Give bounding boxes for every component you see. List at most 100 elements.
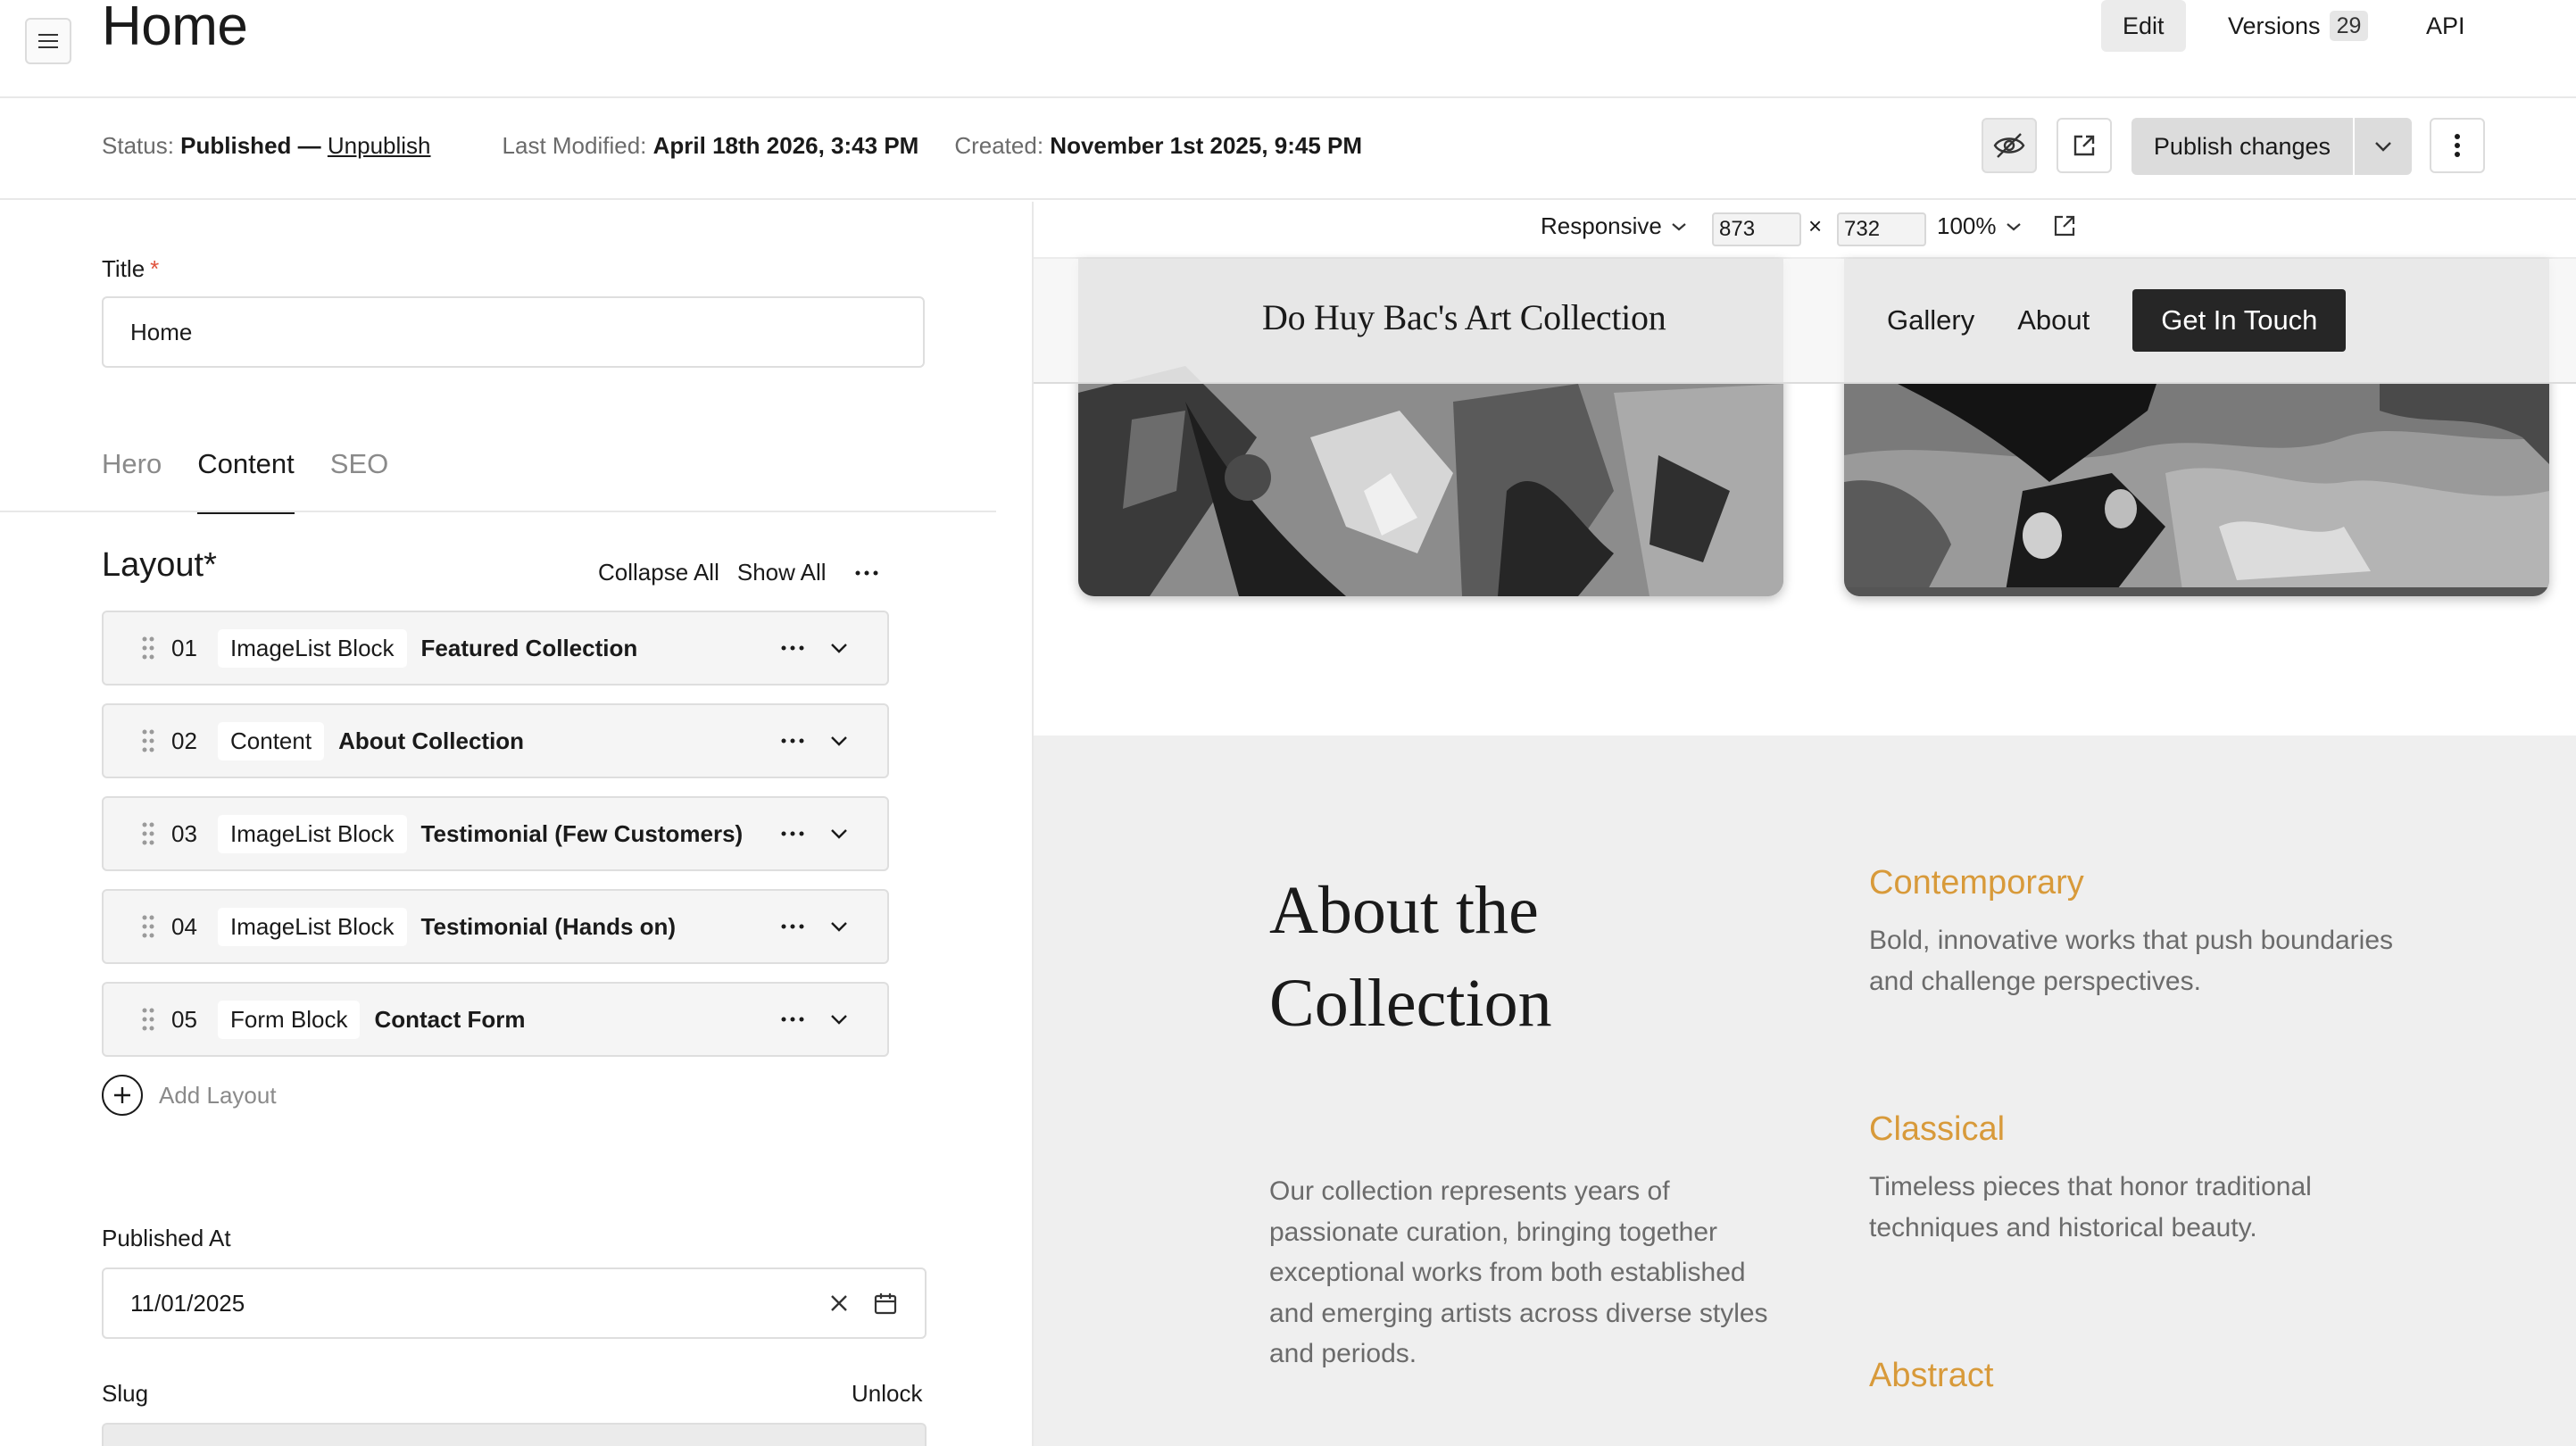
layout-block-row[interactable]: 03 ImageList Block Testimonial (Few Cust…	[102, 796, 889, 871]
layout-block-row[interactable]: 02 Content About Collection	[102, 703, 889, 778]
more-actions-button[interactable]	[2430, 118, 2485, 173]
block-expand-button[interactable]	[823, 632, 855, 664]
drag-handle-icon[interactable]	[129, 729, 168, 752]
edit-form-panel: Title * Home Hero Content SEO Layout* Col…	[0, 202, 1032, 1446]
chevron-down-icon	[1672, 222, 1686, 230]
publish-changes-button[interactable]: Publish changes	[2131, 118, 2353, 175]
status-separator: —	[297, 132, 321, 159]
zoom-select[interactable]: 100%	[1937, 212, 2022, 240]
title-label-text: Title	[102, 255, 145, 282]
block-expand-button[interactable]	[823, 725, 855, 757]
modified-label: Last Modified:	[502, 132, 647, 159]
layout-more-button[interactable]	[855, 570, 878, 576]
published-at-value: 11/01/2025	[130, 1289, 245, 1317]
block-name: Testimonial (Few Customers)	[420, 819, 744, 847]
chevron-down-icon	[831, 829, 847, 839]
block-more-button[interactable]	[777, 1003, 809, 1035]
chevron-down-icon	[2006, 222, 2021, 230]
versions-count-badge: 29	[2329, 11, 2369, 41]
block-more-button[interactable]	[777, 910, 809, 943]
site-brand-logo[interactable]: Do Huy Bac's Art Collection	[1262, 296, 1666, 338]
slug-unlock-button[interactable]: Unlock	[852, 1380, 922, 1408]
nav-link-about[interactable]: About	[2017, 304, 2090, 337]
status-group: Status: Published — Unpublish	[102, 132, 431, 160]
clear-date-button[interactable]	[825, 1289, 853, 1317]
status-value: Published	[180, 132, 292, 159]
block-number: 02	[171, 727, 197, 754]
tab-seo[interactable]: SEO	[330, 436, 388, 514]
layout-controls: Collapse All Show All	[598, 559, 878, 586]
about-collection-section: About the Collection Our collection repr…	[1034, 735, 2576, 1446]
block-type-badge: ImageList Block	[218, 814, 407, 853]
block-more-button[interactable]	[777, 725, 809, 757]
tabs-divider	[0, 511, 996, 512]
block-expand-button[interactable]	[823, 1003, 855, 1035]
show-all-button[interactable]: Show All	[737, 559, 827, 586]
preview-width-input[interactable]: 873	[1712, 212, 1801, 246]
drag-handle-icon[interactable]	[129, 822, 168, 845]
nav-link-gallery[interactable]: Gallery	[1887, 304, 1974, 337]
preview-height-input[interactable]: 732	[1837, 212, 1926, 246]
tab-edit[interactable]: Edit	[2101, 0, 2186, 52]
drag-handle-icon[interactable]	[129, 915, 168, 938]
publish-options-button[interactable]	[2355, 118, 2412, 175]
menu-toggle-button[interactable]	[25, 18, 71, 64]
block-more-button[interactable]	[777, 818, 809, 850]
plus-icon	[102, 1075, 143, 1116]
horizontal-dots-icon	[781, 924, 804, 929]
tab-api[interactable]: API	[2405, 0, 2487, 52]
modified-value: April 18th 2026, 3:43 PM	[652, 132, 919, 159]
horizontal-dots-icon	[781, 1017, 804, 1022]
block-number: 03	[171, 819, 197, 847]
published-at-input[interactable]: 11/01/2025	[102, 1267, 927, 1339]
status-label: Status:	[102, 132, 174, 159]
collapse-all-button[interactable]: Collapse All	[598, 559, 719, 586]
block-more-button[interactable]	[777, 632, 809, 664]
slug-input[interactable]	[102, 1423, 927, 1446]
tab-versions[interactable]: Versions 29	[2206, 0, 2389, 52]
horizontal-dots-icon	[781, 738, 804, 744]
layout-block-row[interactable]: 05 Form Block Contact Form	[102, 982, 889, 1057]
drag-handle-icon[interactable]	[129, 1008, 168, 1031]
chevron-down-icon	[831, 736, 847, 746]
chevron-down-icon	[831, 1015, 847, 1025]
block-expand-button[interactable]	[823, 910, 855, 943]
block-expand-button[interactable]	[823, 818, 855, 850]
required-mark: *	[150, 255, 160, 282]
form-tabs: Hero Content SEO	[102, 436, 388, 516]
block-name: Featured Collection	[420, 634, 638, 661]
breakpoint-select[interactable]: Responsive	[1541, 212, 1687, 240]
horizontal-dots-icon	[781, 645, 804, 651]
toggle-preview-button[interactable]	[1982, 118, 2037, 173]
open-in-new-window-button[interactable]	[2053, 214, 2076, 237]
live-preview-panel: Responsive 873 × 732 100% Do Huy Bac's A…	[1034, 202, 2576, 1446]
horizontal-dots-icon	[781, 831, 804, 836]
category-description: Timeless pieces that honor traditional t…	[1869, 1172, 2312, 1242]
calendar-icon	[874, 1293, 897, 1315]
tab-content[interactable]: Content	[197, 436, 295, 514]
add-layout-button[interactable]: Add Layout	[102, 1075, 277, 1116]
title-input[interactable]: Home	[102, 296, 925, 368]
zoom-value: 100%	[1937, 212, 1997, 239]
calendar-button[interactable]	[871, 1289, 900, 1317]
unpublish-link[interactable]: Unpublish	[328, 132, 431, 159]
external-link-icon	[2073, 135, 2095, 156]
get-in-touch-button[interactable]: Get In Touch	[2132, 289, 2347, 352]
chevron-down-icon	[831, 922, 847, 932]
layout-block-row[interactable]: 01 ImageList Block Featured Collection	[102, 611, 889, 686]
tab-hero[interactable]: Hero	[102, 436, 162, 514]
document-status-bar: Status: Published — Unpublish Last Modif…	[0, 98, 2576, 200]
slug-label: Slug	[102, 1380, 149, 1407]
chevron-down-icon	[831, 644, 847, 653]
page-title: Home	[102, 0, 248, 57]
about-description: Our collection represents years of passi…	[1269, 1176, 1768, 1368]
open-preview-button[interactable]	[2057, 118, 2112, 173]
vertical-dots-icon	[2455, 134, 2460, 157]
category-item: Abstract	[1869, 1357, 2405, 1395]
drag-handle-icon[interactable]	[129, 636, 168, 660]
block-number: 05	[171, 1005, 197, 1033]
about-heading: About the Collection	[1269, 873, 1552, 1041]
block-number: 04	[171, 912, 197, 940]
layout-block-row[interactable]: 04 ImageList Block Testimonial (Hands on…	[102, 889, 889, 964]
tab-versions-label: Versions	[2228, 12, 2321, 39]
